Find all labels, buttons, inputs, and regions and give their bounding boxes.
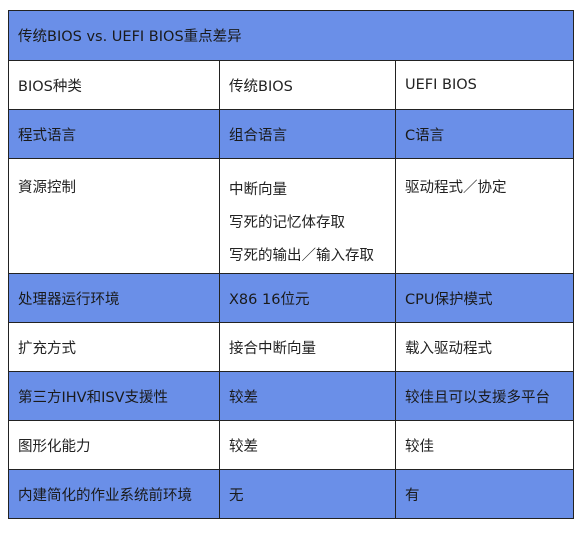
table-row: 内建简化的作业系统前环境 无 有 bbox=[8, 469, 575, 519]
table-row: 处理器运行环境 X86 16位元 CPU保护模式 bbox=[8, 273, 575, 323]
legacy-value: 接合中断向量 bbox=[219, 322, 396, 372]
legacy-value: 中断向量 写死的记忆体存取 写死的输出／输入存取 bbox=[219, 158, 396, 274]
uefi-value: 有 bbox=[394, 469, 575, 519]
table-header-row: BIOS种类 传统BIOS UEFI BIOS bbox=[8, 60, 575, 110]
legacy-value-line: 写死的记忆体存取 bbox=[229, 215, 345, 231]
header-cell-legacy-bios: 传统BIOS bbox=[219, 60, 396, 110]
uefi-value: C语言 bbox=[394, 109, 575, 159]
bios-comparison-table: 传统BIOS vs. UEFI BIOS重点差异 BIOS种类 传统BIOS U… bbox=[7, 10, 575, 519]
legacy-value-line: 中断向量 bbox=[229, 182, 287, 198]
table-row: 程式语言 组合语言 C语言 bbox=[8, 109, 575, 159]
row-label: 資源控制 bbox=[8, 158, 220, 274]
uefi-value: 载入驱动程式 bbox=[394, 322, 575, 372]
table-row: 图形化能力 较差 较佳 bbox=[8, 420, 575, 470]
legacy-value: 较差 bbox=[219, 371, 396, 421]
uefi-value: 较佳且可以支援多平台 bbox=[394, 371, 575, 421]
legacy-value: X86 16位元 bbox=[219, 273, 396, 323]
row-label: 内建简化的作业系统前环境 bbox=[8, 469, 220, 519]
row-label: 程式语言 bbox=[8, 109, 220, 159]
legacy-value: 组合语言 bbox=[219, 109, 396, 159]
uefi-value: 驱动程式／协定 bbox=[394, 158, 575, 274]
header-cell-uefi-bios: UEFI BIOS bbox=[394, 60, 575, 110]
row-label: 扩充方式 bbox=[8, 322, 220, 372]
table-title: 传统BIOS vs. UEFI BIOS重点差异 bbox=[7, 10, 575, 61]
uefi-value: CPU保护模式 bbox=[394, 273, 575, 323]
legacy-value: 较差 bbox=[219, 420, 396, 470]
header-cell-bios-type: BIOS种类 bbox=[8, 60, 220, 110]
table-row: 第三方IHV和ISV支援性 较差 较佳且可以支援多平台 bbox=[8, 371, 575, 421]
table-title-row: 传统BIOS vs. UEFI BIOS重点差异 bbox=[7, 10, 575, 61]
row-label: 第三方IHV和ISV支援性 bbox=[8, 371, 220, 421]
legacy-value: 无 bbox=[219, 469, 396, 519]
table-row: 扩充方式 接合中断向量 载入驱动程式 bbox=[8, 322, 575, 372]
comparison-table-container: 传统BIOS vs. UEFI BIOS重点差异 BIOS种类 传统BIOS U… bbox=[7, 10, 575, 519]
table-row: 資源控制 中断向量 写死的记忆体存取 写死的输出／输入存取 驱动程式／协定 bbox=[8, 158, 575, 274]
row-label: 图形化能力 bbox=[8, 420, 220, 470]
legacy-value-line: 写死的输出／输入存取 bbox=[229, 248, 374, 264]
uefi-value: 较佳 bbox=[394, 420, 575, 470]
row-label: 处理器运行环境 bbox=[8, 273, 220, 323]
